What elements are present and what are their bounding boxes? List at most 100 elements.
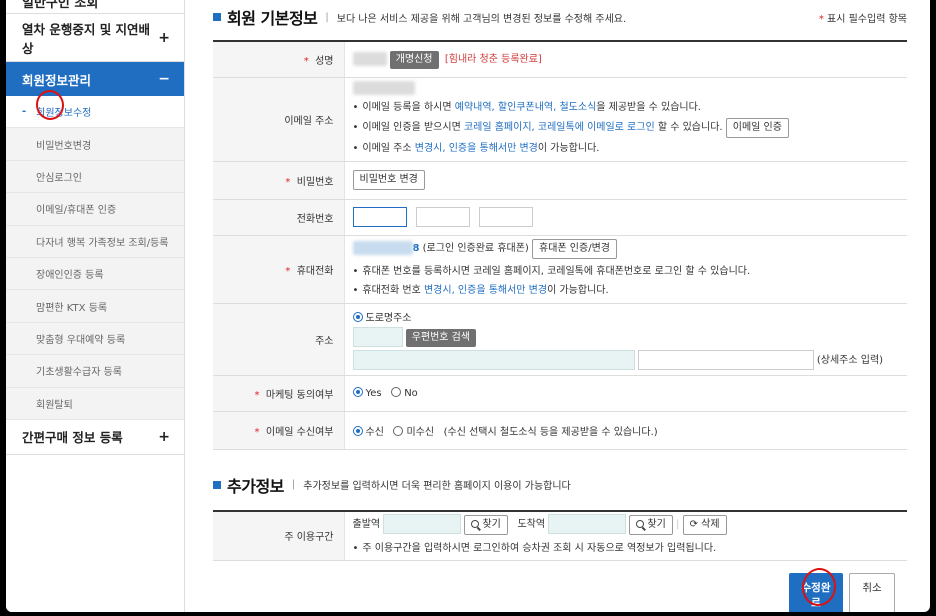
plus-icon: + <box>158 428 170 445</box>
marketing-label: * 마케팅 동의여부 <box>213 375 345 412</box>
road-address-label: 도로명주소 <box>365 312 412 324</box>
arrival-label: 도착역 <box>517 518 546 530</box>
road-address-radio[interactable] <box>352 311 363 322</box>
row-email-recv: * 이메일 수신여부 수신 미수신 (수신 선택시 철도소식 등을 제공받을 수… <box>213 411 907 450</box>
sidebar-cut-item[interactable]: 일반구인 조회 <box>6 0 184 14</box>
sidebar-item-label: 기초생활수급자 등록 <box>36 367 122 379</box>
sidebar-item-custom-reserve[interactable]: 맞춤형 우대예약 등록 <box>6 322 184 356</box>
sidebar-section-quick-buy[interactable]: 간편구매 정보 등록 + <box>6 420 184 455</box>
extra-description: 추가정보를 입력하시면 더욱 편리한 홈페이지 이용이 가능합니다 <box>303 481 571 492</box>
row-marketing: * 마케팅 동의여부 Yes No <box>213 375 907 412</box>
mobile-info-2: 휴대전화 번호 변경시, 인증을 통해서만 변경이 가능합니다. <box>353 281 900 300</box>
email-recv-yes-radio[interactable] <box>352 425 363 436</box>
mobile-label: * 휴대전화 <box>213 235 345 304</box>
sidebar-item-edit-info[interactable]: - 회원정보수정 <box>6 96 184 129</box>
form-actions: 수정완료 취소 <box>789 573 895 612</box>
extra-info-header: 추가정보 | 추가정보를 입력하시면 더욱 편리한 홈페이지 이용이 가능합니다 <box>213 468 907 502</box>
name-label: * 성명 <box>213 41 345 78</box>
departure-label: 출발역 <box>352 518 381 530</box>
delete-route-button[interactable]: ⟳ 삭제 <box>682 514 727 535</box>
cancel-button[interactable]: 취소 <box>849 573 895 612</box>
sidebar-item-safe-login[interactable]: 안심로그인 <box>6 160 184 194</box>
arrival-find-button[interactable]: 찾기 <box>629 514 673 535</box>
phone-part1-input[interactable] <box>352 207 407 227</box>
sidebar-section-label: 열차 운행중지 및 지연배상 <box>22 21 151 56</box>
email-auth-button[interactable]: 이메일 인증 <box>725 117 789 138</box>
change-password-button[interactable]: 비밀번호 변경 <box>352 170 425 190</box>
email-info-1: 이메일 등록을 하시면 예약내역, 할인쿠폰내역, 철도소식을 제공받을 수 있… <box>353 98 900 117</box>
required-note: * 표시 필수입력 항목 <box>819 10 907 25</box>
email-recv-no-radio[interactable] <box>393 425 404 436</box>
minus-icon: − <box>158 71 170 87</box>
sidebar-section-label: 간편구매 정보 등록 <box>22 430 123 446</box>
departure-input[interactable] <box>383 513 462 534</box>
row-address: 주소 도로명주소 우편번호 검색 (상세주소 입력) <box>213 303 907 376</box>
sidebar-item-mom-ktx[interactable]: 맘편한 KTX 등록 <box>6 290 184 323</box>
title-separator: | <box>325 11 329 23</box>
sidebar-item-password[interactable]: 비밀번호변경 <box>6 128 184 161</box>
sidebar: 일반구인 조회 열차 운행중지 및 지연배상 + 회원정보관리 − - 회원정보수… <box>6 0 185 612</box>
route-label: 주 이용구간 <box>213 510 345 561</box>
plus-icon: + <box>158 29 170 46</box>
submit-button[interactable]: 수정완료 <box>789 573 843 612</box>
sidebar-section-delay[interactable]: 열차 운행중지 및 지연배상 + <box>6 14 184 62</box>
departure-find-button[interactable]: 찾기 <box>464 514 508 535</box>
email-info-3: 이메일 주소 변경시, 인증을 통해서만 변경이 가능합니다. <box>353 139 900 158</box>
sidebar-item-withdraw[interactable]: 회원탈퇴 <box>6 387 184 420</box>
sidebar-item-basic-living[interactable]: 기초생활수급자 등록 <box>6 355 184 388</box>
square-bullet-icon <box>213 480 221 489</box>
row-phone: 전화번호 <box>213 199 907 236</box>
divider: | <box>676 518 680 530</box>
zipcode-search-button[interactable]: 우편번호 검색 <box>405 328 477 347</box>
address-detail-input[interactable] <box>637 349 814 370</box>
mobile-auth-button[interactable]: 휴대폰 인증/변경 <box>532 238 617 259</box>
sidebar-section-label: 회원정보관리 <box>22 72 92 88</box>
address-main-input[interactable] <box>352 349 635 370</box>
search-icon <box>471 519 480 528</box>
basic-info-header: 회원 기본정보 | 보다 나은 서비스 제공을 위해 고객님의 변경된 정보를 … <box>213 0 907 34</box>
marketing-no-radio[interactable] <box>391 387 402 397</box>
mobile-status: (로그인 인증완료 휴대폰) <box>422 242 529 254</box>
email-recv-yes-label: 수신 <box>365 426 384 438</box>
zipcode-input[interactable] <box>352 326 403 347</box>
email-label: 이메일 주소 <box>213 77 345 162</box>
sidebar-item-email-phone-auth[interactable]: 이메일/휴대폰 인증 <box>6 193 184 226</box>
square-bullet-icon <box>213 13 221 21</box>
arrival-input[interactable] <box>548 513 627 534</box>
sidebar-item-multichild[interactable]: 다자녀 행복 가족정보 조회/등록 <box>6 225 184 258</box>
main-content: 회원 기본정보 | 보다 나은 서비스 제공을 위해 고객님의 변경된 정보를 … <box>213 0 907 561</box>
sidebar-item-label: 다자녀 행복 가족정보 조회/등록 <box>36 237 169 249</box>
sidebar-item-label: 비밀번호변경 <box>36 140 92 152</box>
email-recv-no-label: 미수신 <box>406 426 435 438</box>
sidebar-item-label: 이메일/휴대폰 인증 <box>36 205 117 217</box>
address-label: 주소 <box>213 303 345 376</box>
extra-title: 추가정보 <box>227 476 284 496</box>
basic-info-table: * 성명 개명신청 [힘내라 청춘 등록완료] 이메일 주소 이메일 등록을 하… <box>213 40 907 450</box>
sidebar-item-label: 장애인인증 등록 <box>36 270 104 282</box>
title-separator: | <box>291 479 296 490</box>
rename-button[interactable]: 개명신청 <box>389 50 439 69</box>
phone-part3-input[interactable] <box>478 207 533 227</box>
mobile-value-redacted <box>352 240 413 255</box>
marketing-yes-radio[interactable] <box>352 387 363 397</box>
mobile-last-digit: 8 <box>412 242 420 254</box>
sidebar-cut-label: 일반구인 조회 <box>22 0 99 11</box>
phone-label: 전화번호 <box>213 199 345 236</box>
sidebar-section-member[interactable]: 회원정보관리 − <box>6 62 184 96</box>
sidebar-item-label: 맞춤형 우대예약 등록 <box>36 334 126 346</box>
email-recv-note: (수신 선택시 철도소식 등을 제공받을 수 있습니다.) <box>443 426 658 438</box>
name-value-redacted <box>352 51 387 66</box>
row-name: * 성명 개명신청 [힘내라 청춘 등록완료] <box>213 41 907 78</box>
browser-page: 일반구인 조회 열차 운행중지 및 지연배상 + 회원정보관리 − - 회원정보수… <box>6 0 930 612</box>
required-star: * <box>818 13 824 25</box>
email-info-2: 이메일 인증을 받으시면 코레일 홈페이지, 코레일톡에 이메일로 로그인 할 … <box>353 117 900 139</box>
password-label: * 비밀번호 <box>213 161 345 200</box>
sidebar-item-label: 회원정보수정 <box>36 108 92 120</box>
sidebar-item-disability[interactable]: 장애인인증 등록 <box>6 257 184 291</box>
phone-part2-input[interactable] <box>415 207 470 227</box>
youth-badge: [힘내라 청춘 등록완료] <box>444 53 542 65</box>
mobile-info-1: 휴대폰 번호를 등록하시면 코레일 홈페이지, 코레일톡에 휴대폰번호로 로그인… <box>353 262 900 281</box>
dash-icon: - <box>22 106 27 118</box>
sidebar-item-label: 맘편한 KTX 등록 <box>36 302 108 314</box>
marketing-no-label: No <box>404 388 418 399</box>
